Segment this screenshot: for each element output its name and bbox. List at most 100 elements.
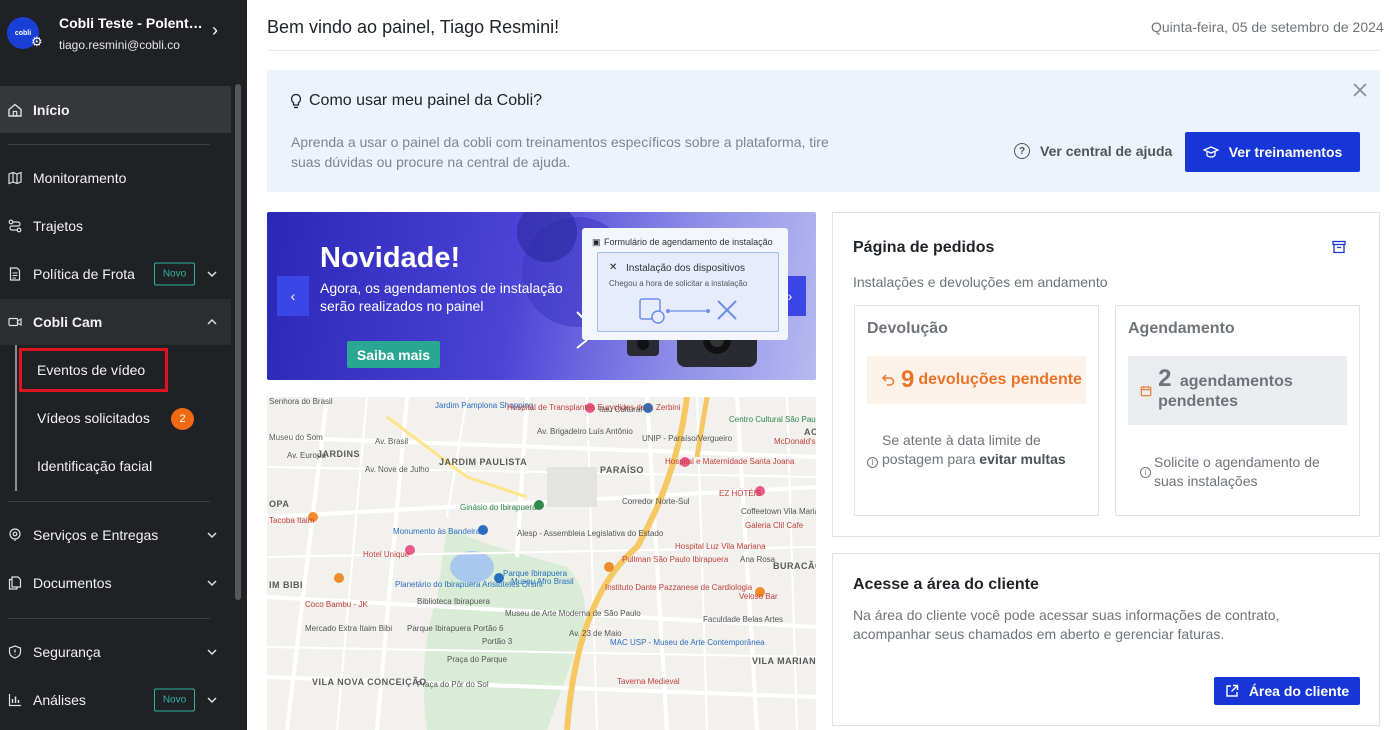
map-label: McDonald's bbox=[774, 437, 816, 446]
map-label: Av. Nove de Julho bbox=[365, 465, 430, 474]
map-label: UNIP - Paraíso/Vergueiro bbox=[642, 434, 733, 443]
account-switcher[interactable]: cobli ⚙ Cobli Teste - Polentas ... tiago… bbox=[0, 0, 247, 74]
external-link-icon bbox=[1226, 684, 1239, 697]
map-label: Senhora do Brasil bbox=[269, 397, 333, 406]
fleet-map[interactable]: Senhora do Brasil Jardim Pamplona Shoppi… bbox=[267, 397, 816, 730]
map-label: Hospital de Transplantes Euryclides de J… bbox=[507, 403, 681, 412]
help-title: Como usar meu painel da Cobli? bbox=[309, 92, 543, 109]
map-label: PARAÍSO bbox=[600, 465, 644, 475]
trainings-button[interactable]: Ver treinamentos bbox=[1185, 132, 1360, 172]
sidebar: cobli ⚙ Cobli Teste - Polentas ... tiago… bbox=[0, 0, 247, 730]
subnav-videos-solicitados[interactable]: Vídeos solicitados bbox=[37, 410, 150, 426]
map-label: Alesp - Assembleia Legislativa do Estado bbox=[517, 529, 664, 538]
chevron-down-icon bbox=[207, 649, 217, 656]
map-label: VILA NOVA CONCEIÇÃO bbox=[312, 677, 427, 687]
client-area-button[interactable]: Área do cliente bbox=[1214, 677, 1360, 705]
orders-card: Página de pedidos Instalações e devoluçõ… bbox=[832, 212, 1380, 537]
map-label: AC bbox=[804, 427, 816, 437]
form-inner-subtitle: Chegou a hora de solicitar a instalação bbox=[609, 279, 748, 288]
agendamento-count: 2 bbox=[1158, 365, 1172, 392]
submenu-line bbox=[15, 345, 17, 491]
documents-icon bbox=[8, 576, 22, 590]
sidebar-scrollbar[interactable] bbox=[235, 84, 241, 600]
bar-chart-icon bbox=[8, 694, 21, 707]
learn-more-button[interactable]: Saiba mais bbox=[347, 341, 440, 368]
devolucao-stat: 9 devoluções pendente bbox=[867, 356, 1086, 404]
carousel-prev-button[interactable]: ‹ bbox=[277, 276, 309, 316]
map-label: Praça do Pôr do Sol bbox=[417, 680, 489, 689]
map-label: Museu de Arte Moderna de São Paulo bbox=[505, 609, 641, 618]
map-label: Hospital e Maternidade Santa Joana bbox=[665, 457, 795, 466]
route-icon bbox=[8, 219, 22, 233]
header-divider bbox=[267, 50, 1380, 51]
devolucao-note: Se atente à data limite de postagem para… bbox=[882, 431, 1072, 469]
map-label: OPA bbox=[269, 499, 290, 509]
subnav-identificacao-facial[interactable]: Identificação facial bbox=[37, 458, 152, 474]
form-illustration-title: Formulário de agendamento de instalação bbox=[604, 237, 773, 247]
map-label: Monumento às Bandeiras bbox=[393, 527, 485, 536]
archive-icon[interactable] bbox=[1332, 240, 1346, 254]
nav-trajetos[interactable]: Trajetos bbox=[0, 203, 231, 249]
chevron-right-icon: › bbox=[787, 288, 793, 304]
shield-icon bbox=[8, 645, 22, 659]
chevron-down-icon bbox=[207, 271, 217, 278]
map-label: Ginásio do Ibirapuera bbox=[460, 503, 537, 512]
map-label: Portão 3 bbox=[482, 637, 513, 646]
map-label: Biblioteca Ibirapuera bbox=[417, 597, 490, 606]
chevron-down-icon bbox=[207, 580, 217, 587]
close-icon[interactable] bbox=[1352, 82, 1368, 98]
home-icon bbox=[8, 103, 22, 117]
novo-badge: Novo bbox=[154, 262, 195, 286]
agendamento-stat: 2 agendamentos pendentes bbox=[1128, 356, 1347, 425]
chevron-left-icon: ‹ bbox=[290, 288, 296, 304]
map-label: Taverna Medieval bbox=[617, 677, 680, 686]
subnav-eventos-video[interactable]: Eventos de vídeo bbox=[37, 362, 145, 378]
map-label: Praça do Parque bbox=[447, 655, 508, 664]
map-label: Itaú Cultural bbox=[599, 405, 643, 414]
map-label: Coco Bambu - JK bbox=[305, 600, 368, 609]
nav-cobli-cam-label: Cobli Cam bbox=[33, 314, 103, 330]
client-description: Na área do cliente você pode acessar sua… bbox=[853, 607, 1280, 642]
map-label: JARDIM PAULISTA bbox=[439, 457, 528, 467]
news-banner[interactable]: Novidade! Agora, os agendamentos de inst… bbox=[267, 212, 816, 380]
devolucao-card[interactable]: Devolução 9 devoluções pendente i Se ate… bbox=[854, 305, 1099, 516]
client-area-card: Acesse a área do cliente Na área do clie… bbox=[832, 553, 1380, 726]
chevron-down-icon bbox=[207, 532, 217, 539]
devolucao-count: 9 bbox=[901, 366, 915, 393]
nav-documentos[interactable]: Documentos bbox=[0, 560, 231, 606]
map-label: Hotel Unique bbox=[363, 550, 410, 559]
banner-subtitle: Agora, os agendamentos de instalação ser… bbox=[320, 280, 563, 314]
chevron-right-icon[interactable]: › bbox=[212, 20, 218, 41]
nav-cobli-cam[interactable]: Cobli Cam bbox=[0, 299, 231, 345]
nav-politica-frota[interactable]: Política de Frota Novo bbox=[0, 251, 231, 297]
map-label: EZ HOTÉIS bbox=[719, 489, 762, 498]
nav-monitoramento[interactable]: Monitoramento bbox=[0, 155, 231, 201]
nav-inicio-label: Início bbox=[33, 101, 70, 118]
client-title: Acesse a área do cliente bbox=[853, 576, 1039, 593]
map-label: VILA MARIANA bbox=[752, 656, 816, 666]
gear-icon[interactable]: ⚙ bbox=[31, 34, 43, 50]
devolucao-label: devoluções pendente bbox=[918, 371, 1082, 388]
question-circle-icon: ? bbox=[1014, 143, 1030, 159]
map-label: Museu do Som bbox=[269, 433, 323, 442]
agendamento-label: agendamentos pendentes bbox=[1158, 373, 1293, 410]
help-center-label: Ver central de ajuda bbox=[1040, 143, 1173, 159]
map-label: Pullman São Paulo Ibirapuera bbox=[622, 555, 729, 564]
novo-badge: Novo bbox=[154, 688, 195, 712]
map-label: Instituto Dante Pazzanese de Cardiologia bbox=[605, 583, 753, 592]
agendamento-stat-text: 2 agendamentos pendentes bbox=[1158, 367, 1347, 412]
nav-servicos-entregas[interactable]: Serviços e Entregas bbox=[0, 512, 231, 558]
map-label: Galeria Clil Cafe bbox=[745, 521, 804, 530]
tools-icon: ✕ bbox=[609, 262, 618, 273]
map-label: Av. Europa bbox=[287, 451, 326, 460]
client-area-button-label: Área do cliente bbox=[1248, 683, 1350, 699]
map-label: Veloso Bar bbox=[739, 592, 778, 601]
map-label: Hospital Luz Vila Mariana bbox=[675, 542, 766, 551]
nav-seguranca[interactable]: Segurança bbox=[0, 629, 231, 675]
nav-inicio[interactable]: Início bbox=[0, 86, 231, 133]
info-icon: i bbox=[1140, 467, 1151, 478]
agendamento-card[interactable]: Agendamento 2 agendamentos pendentes i S… bbox=[1115, 305, 1360, 516]
help-center-link[interactable]: ? Ver central de ajuda bbox=[1014, 143, 1172, 159]
current-date: Quinta-feira, 05 de setembro de 2024 bbox=[1151, 19, 1384, 35]
nav-analises[interactable]: Análises Novo bbox=[0, 677, 231, 723]
